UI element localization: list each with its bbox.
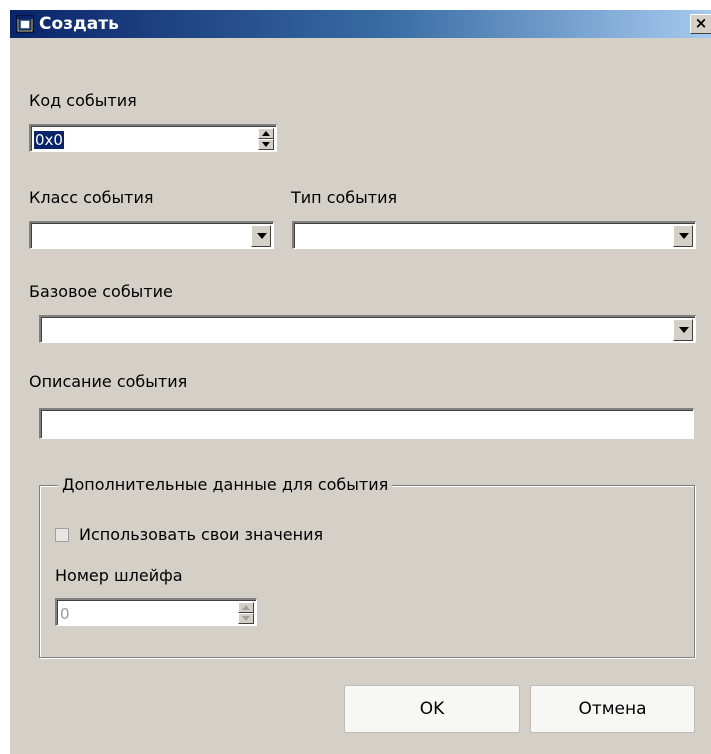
event-class-dropdown-button[interactable]	[251, 225, 271, 247]
loop-number-spin-buttons[interactable]	[238, 602, 254, 624]
event-class-label: Класс события	[29, 188, 154, 207]
loop-number-value: 0	[60, 605, 70, 623]
event-type-dropdown-button[interactable]	[673, 225, 693, 247]
use-own-values-label[interactable]: Использовать свои значения	[79, 525, 323, 545]
spin-down-button[interactable]	[238, 613, 254, 624]
arrow-up-icon	[262, 131, 270, 136]
title-bar[interactable]: Создать ×	[10, 10, 711, 38]
event-code-spin-buttons[interactable]	[258, 128, 274, 150]
spin-down-button[interactable]	[258, 139, 274, 150]
create-dialog: Создать × Код события 0x0 Класс события …	[10, 10, 711, 754]
arrow-up-icon	[242, 605, 250, 610]
window-title: Создать	[39, 14, 119, 34]
event-code-spinner[interactable]: 0x0	[29, 124, 277, 152]
base-event-dropdown-button[interactable]	[673, 319, 693, 341]
arrow-down-icon	[242, 616, 250, 621]
close-icon: ×	[694, 14, 708, 32]
window-app-icon	[16, 15, 34, 33]
close-button[interactable]: ×	[690, 14, 711, 34]
event-type-label: Тип события	[291, 188, 398, 207]
spin-up-button[interactable]	[238, 602, 254, 613]
event-code-value: 0x0	[34, 131, 64, 149]
chevron-down-icon	[679, 233, 689, 239]
use-own-values-checkbox[interactable]	[55, 528, 69, 542]
spin-up-button[interactable]	[258, 128, 274, 139]
chevron-down-icon	[679, 327, 689, 333]
event-class-dropdown[interactable]	[29, 221, 274, 249]
base-event-dropdown[interactable]	[39, 315, 696, 343]
ok-button[interactable]: OK	[344, 685, 520, 733]
arrow-down-icon	[262, 142, 270, 147]
cancel-button[interactable]: Отмена	[530, 685, 695, 733]
loop-number-label: Номер шлейфа	[55, 566, 183, 585]
description-label: Описание события	[29, 372, 188, 391]
loop-number-spinner[interactable]: 0	[55, 598, 257, 626]
description-input[interactable]	[39, 408, 694, 439]
chevron-down-icon	[257, 233, 267, 239]
extra-data-group-title: Дополнительные данные для события	[58, 475, 393, 495]
event-type-dropdown[interactable]	[292, 221, 696, 249]
base-event-label: Базовое событие	[29, 282, 173, 301]
event-code-label: Код события	[29, 91, 137, 110]
